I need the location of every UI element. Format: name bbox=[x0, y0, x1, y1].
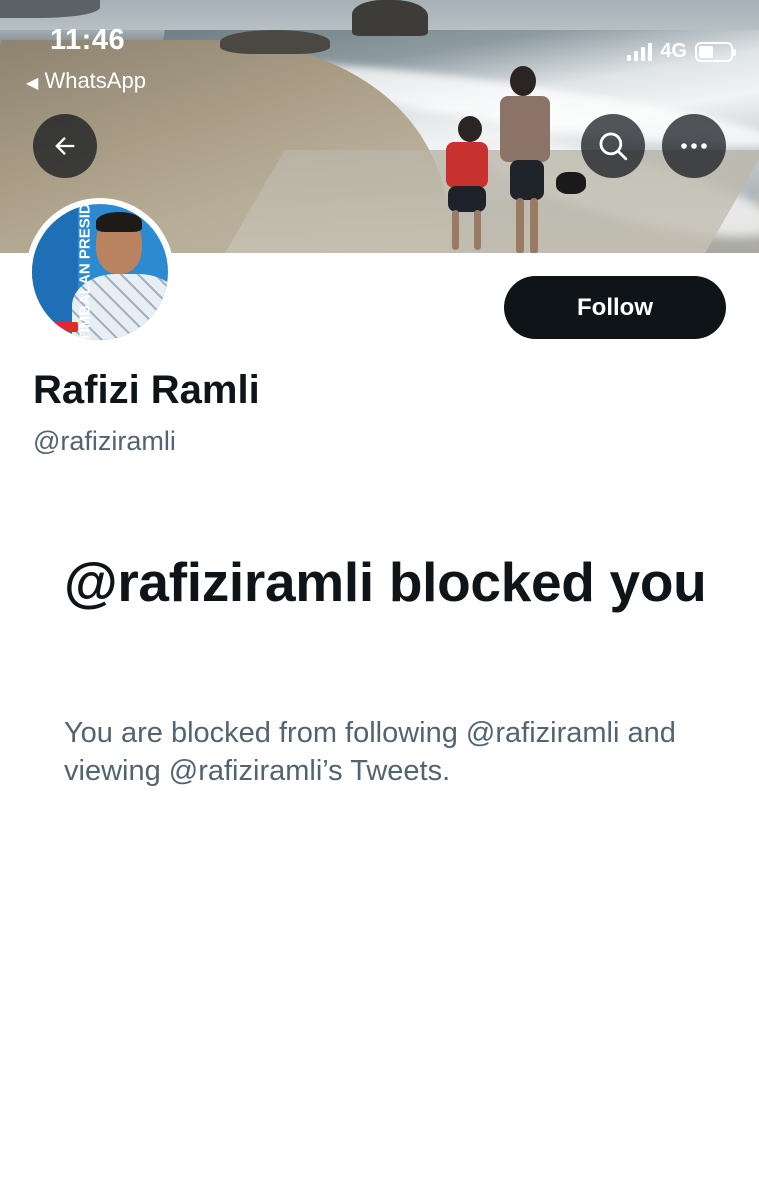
blocked-description: You are blocked from following @rafizira… bbox=[64, 717, 676, 787]
signal-bars-icon bbox=[627, 42, 653, 61]
more-horizontal-icon bbox=[681, 143, 707, 149]
network-label: 4G bbox=[660, 40, 687, 62]
arrow-left-icon bbox=[55, 137, 75, 155]
more-button[interactable] bbox=[662, 114, 726, 178]
banner-rock bbox=[220, 30, 330, 54]
avatar-image: TIMBALAN PRESIDEN bbox=[32, 204, 168, 340]
search-button[interactable] bbox=[581, 114, 645, 178]
profile-handle: @rafiziramli bbox=[33, 426, 176, 456]
back-to-app-link[interactable]: ◀ WhatsApp bbox=[26, 68, 146, 94]
follow-button[interactable]: Follow bbox=[504, 276, 726, 339]
search-icon bbox=[599, 132, 628, 161]
banner-child-figure bbox=[436, 116, 496, 253]
status-indicators: 4G bbox=[627, 40, 736, 63]
banner-rock bbox=[352, 0, 428, 36]
back-button[interactable] bbox=[33, 114, 97, 178]
banner-adult-figure bbox=[496, 66, 586, 253]
profile-name: Rafizi Ramli bbox=[33, 368, 260, 412]
avatar-party-logo bbox=[54, 322, 78, 332]
battery-icon bbox=[695, 41, 736, 62]
back-triangle-icon: ◀ bbox=[26, 75, 39, 92]
status-time: 11:46 bbox=[50, 24, 126, 56]
back-app-label: WhatsApp bbox=[44, 68, 146, 93]
avatar-caption: TIMBALAN PRESIDEN bbox=[76, 204, 94, 340]
profile-avatar[interactable]: TIMBALAN PRESIDEN bbox=[26, 198, 174, 346]
blocked-title: @rafiziramli blocked you bbox=[64, 551, 707, 613]
